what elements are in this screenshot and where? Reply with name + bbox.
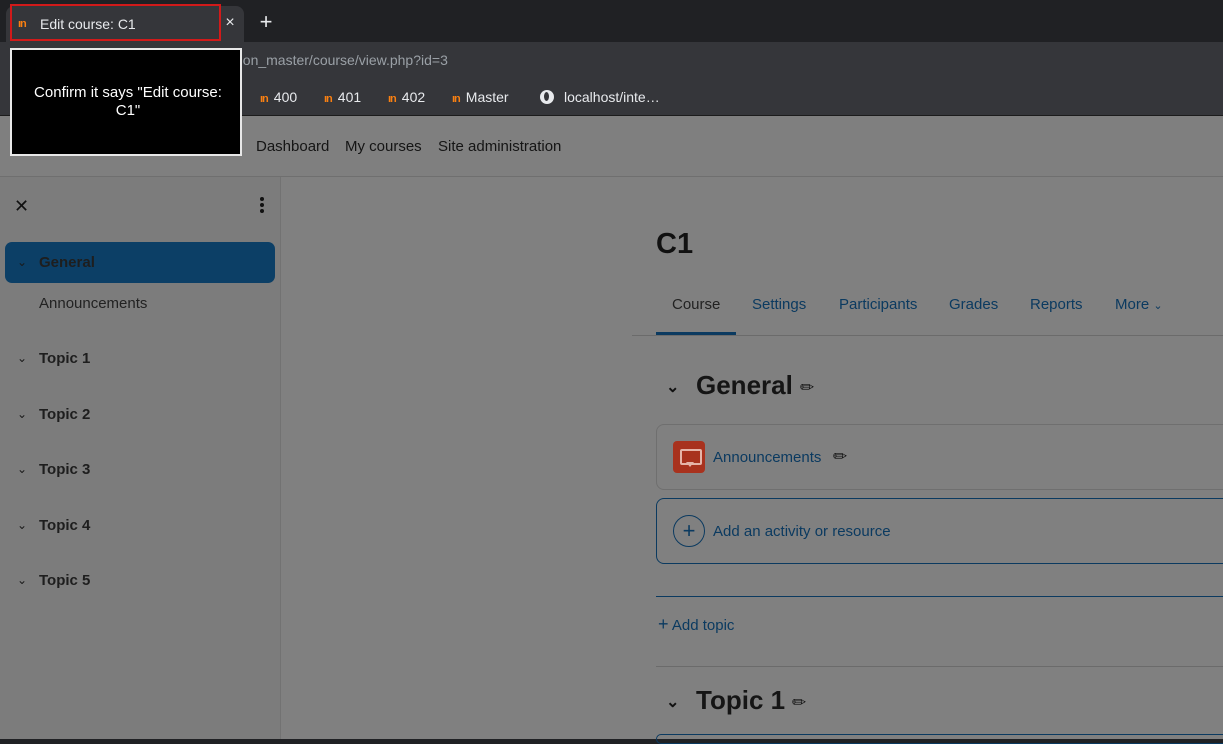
- bookmark-400[interactable]: ın 400: [260, 89, 297, 105]
- kebab-menu-icon[interactable]: [256, 196, 268, 216]
- forum-icon: [673, 441, 705, 473]
- bookmark-localhost[interactable]: localhost/inte…: [540, 89, 660, 105]
- section-divider: [656, 596, 1223, 597]
- drawer-section-topic-2[interactable]: Topic 2: [39, 406, 90, 423]
- instruction-overlay: Confirm it says "Edit course: C1": [10, 48, 242, 156]
- moodle-icon: ın: [324, 93, 333, 105]
- add-topic-button[interactable]: + Add topic: [658, 614, 734, 635]
- activity-card: [656, 734, 1223, 744]
- chevron-down-icon[interactable]: ⌄: [17, 518, 27, 532]
- nav-dashboard[interactable]: Dashboard: [256, 138, 329, 155]
- drawer-section-topic-3[interactable]: Topic 3: [39, 461, 90, 478]
- new-tab-button[interactable]: +: [254, 10, 278, 34]
- drawer-section-topic-4[interactable]: Topic 4: [39, 517, 90, 534]
- pencil-icon[interactable]: ✏: [833, 447, 847, 467]
- section-title-topic-1: Topic 1: [696, 685, 786, 715]
- nav-my-courses[interactable]: My courses: [345, 138, 422, 155]
- pencil-icon[interactable]: ✏: [792, 693, 806, 713]
- chevron-down-icon[interactable]: ⌄: [17, 462, 27, 476]
- chevron-down-icon[interactable]: ⌄: [666, 692, 679, 712]
- chevron-down-icon[interactable]: ⌄: [17, 255, 27, 269]
- pencil-icon[interactable]: ✏: [800, 378, 814, 398]
- section-divider: [656, 666, 1223, 667]
- drawer-item-announcements[interactable]: Announcements: [39, 295, 147, 312]
- tab-more[interactable]: More ⌄: [1115, 296, 1163, 313]
- close-drawer-icon[interactable]: ✕: [14, 196, 29, 217]
- drawer-section-general[interactable]: General: [39, 254, 95, 271]
- plus-circle-icon[interactable]: +: [673, 515, 705, 547]
- tab-reports[interactable]: Reports: [1030, 296, 1083, 313]
- chevron-down-icon[interactable]: ⌄: [17, 351, 27, 365]
- bookmark-401[interactable]: ın 401: [324, 89, 361, 105]
- moodle-icon: ın: [260, 93, 269, 105]
- plus-icon: +: [658, 614, 669, 634]
- moodle-icon: ın: [452, 93, 461, 105]
- chevron-down-icon[interactable]: ⌄: [666, 377, 679, 397]
- section-title-general: General: [696, 370, 793, 400]
- chevron-down-icon: ⌄: [1153, 300, 1163, 312]
- overlay-text: Confirm it says "Edit course: C1": [34, 84, 222, 119]
- chevron-down-icon[interactable]: ⌄: [17, 573, 27, 587]
- chevron-down-icon[interactable]: ⌄: [17, 407, 27, 421]
- drawer-section-topic-1[interactable]: Topic 1: [39, 350, 90, 367]
- nav-site-administration[interactable]: Site administration: [438, 138, 561, 155]
- tab-course[interactable]: Course: [672, 296, 720, 313]
- bookmark-402[interactable]: ın 402: [388, 89, 425, 105]
- close-tab-icon[interactable]: ×: [220, 13, 240, 33]
- bookmark-master[interactable]: ın Master: [452, 89, 509, 105]
- tabs-divider: [632, 335, 1223, 336]
- moodle-icon: ın: [388, 93, 397, 105]
- drawer-section-topic-5[interactable]: Topic 5: [39, 572, 90, 589]
- tab-highlight-box: [10, 4, 221, 41]
- activity-link-announcements[interactable]: Announcements: [713, 449, 821, 466]
- tab-settings[interactable]: Settings: [752, 296, 806, 313]
- page-title: C1: [656, 228, 694, 260]
- address-bar[interactable]: ation_master/course/view.php?id=3: [228, 52, 448, 68]
- globe-icon: [540, 90, 554, 104]
- tab-grades[interactable]: Grades: [949, 296, 998, 313]
- add-activity-button[interactable]: Add an activity or resource: [713, 523, 891, 540]
- tab-participants[interactable]: Participants: [839, 296, 917, 313]
